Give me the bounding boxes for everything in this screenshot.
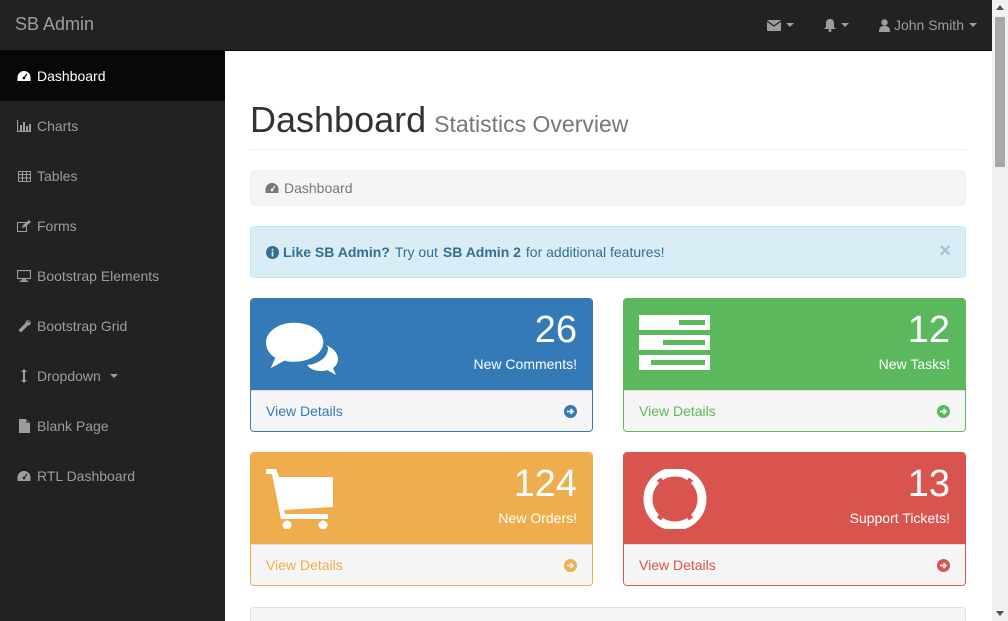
support-icon	[643, 469, 707, 529]
page-content: Dashboard Statistics Overview Dashboard L…	[225, 51, 992, 621]
page-title-text: Dashboard	[250, 99, 427, 140]
view-details-link[interactable]: View Details	[624, 390, 965, 431]
alert-text: for additional features!	[525, 244, 665, 260]
arrow-circle-right-icon	[937, 558, 950, 572]
support-panel: 13 Support Tickets! View Details	[623, 452, 966, 586]
scroll-down-icon[interactable]	[996, 611, 1004, 616]
caret-down-icon	[840, 23, 849, 27]
breadcrumb-label: Dashboard	[284, 180, 353, 196]
sidebar-item-bootstrap-grid[interactable]: Bootstrap Grid	[0, 301, 225, 351]
tasks-panel: 12 New Tasks! View Details	[623, 298, 966, 432]
panel-count: 124	[513, 463, 577, 505]
comments-icon	[266, 322, 338, 375]
messages-dropdown[interactable]	[752, 0, 809, 50]
dashboard-icon	[265, 183, 279, 193]
table-icon	[17, 169, 31, 183]
page-title: Dashboard Statistics Overview	[250, 99, 966, 141]
scroll-thumb[interactable]	[995, 17, 1005, 167]
brand-link[interactable]: SB Admin	[15, 14, 94, 35]
envelope-icon	[766, 19, 781, 31]
alert-lead: Like SB Admin?	[283, 244, 390, 260]
bar-chart-icon	[17, 119, 31, 133]
caret-down-icon	[109, 374, 118, 378]
panel-heading: 124 New Orders!	[251, 453, 592, 544]
top-navbar: SB Admin John Smith	[0, 0, 992, 51]
sidebar-item-tables[interactable]: Tables	[0, 151, 225, 201]
orders-panel: 124 New Orders! View Details	[250, 452, 593, 586]
close-button[interactable]: ×	[939, 240, 951, 263]
file-icon	[17, 419, 31, 433]
panel-count: 26	[534, 309, 577, 351]
sidebar-item-label: RTL Dashboard	[37, 468, 136, 484]
view-details-label: View Details	[266, 557, 343, 573]
panel-count: 12	[907, 309, 950, 351]
view-details-link[interactable]: View Details	[624, 544, 965, 585]
desktop-icon	[17, 269, 31, 283]
sidebar-item-label: Charts	[37, 118, 79, 134]
navbar-right: John Smith	[752, 0, 992, 50]
sidebar-item-label: Dashboard	[37, 68, 106, 84]
sidebar-item-dropdown[interactable]: Dropdown	[0, 351, 225, 401]
sidebar-item-label: Tables	[37, 168, 78, 184]
sidebar: Dashboard Charts Tables Forms Bootstrap …	[0, 51, 225, 621]
panel-label: New Orders!	[498, 510, 577, 526]
sidebar-item-label: Bootstrap Elements	[37, 268, 160, 284]
user-dropdown[interactable]: John Smith	[864, 0, 992, 50]
panel-label: Support Tickets!	[849, 510, 950, 526]
caret-down-icon	[785, 23, 794, 27]
wrench-icon	[17, 319, 31, 333]
arrow-circle-right-icon	[564, 558, 577, 572]
sidebar-item-label: Dropdown	[37, 368, 101, 384]
shopping-cart-icon	[266, 469, 333, 529]
edit-icon	[17, 219, 31, 233]
dashboard-icon	[17, 469, 31, 483]
sidebar-item-forms[interactable]: Forms	[0, 201, 225, 251]
view-details-link[interactable]: View Details	[251, 390, 592, 431]
sidebar-item-charts[interactable]: Charts	[0, 101, 225, 151]
page-header: Dashboard Statistics Overview	[250, 99, 966, 150]
alerts-dropdown[interactable]	[809, 0, 864, 50]
page-subtitle: Statistics Overview	[434, 111, 629, 137]
panel-heading: 12 New Tasks!	[624, 299, 965, 390]
sidebar-item-bootstrap-elements[interactable]: Bootstrap Elements	[0, 251, 225, 301]
panel-count: 13	[907, 463, 950, 505]
sidebar-item-blank-page[interactable]: Blank Page	[0, 401, 225, 451]
info-circle-icon	[266, 245, 279, 259]
panel-label: New Tasks!	[878, 356, 950, 372]
bell-icon	[823, 18, 836, 32]
alert-text: Try out	[394, 244, 438, 260]
arrows-v-icon	[17, 369, 31, 383]
scroll-up-icon[interactable]	[996, 5, 1004, 10]
sidebar-item-label: Blank Page	[37, 418, 109, 434]
sidebar-item-dashboard[interactable]: Dashboard	[0, 51, 225, 101]
view-details-label: View Details	[266, 403, 343, 419]
sidebar-item-rtl-dashboard[interactable]: RTL Dashboard	[0, 451, 225, 501]
view-details-label: View Details	[639, 403, 716, 419]
user-icon	[878, 18, 890, 32]
scrollbar[interactable]	[992, 0, 1008, 621]
comments-panel: 26 New Comments! View Details	[250, 298, 593, 432]
info-alert: Like SB Admin? Try out SB Admin 2 for ad…	[250, 226, 966, 278]
area-chart-panel	[250, 607, 966, 621]
arrow-circle-right-icon	[564, 404, 577, 418]
sidebar-item-label: Bootstrap Grid	[37, 318, 128, 334]
dashboard-icon	[17, 69, 31, 83]
panel-heading: 26 New Comments!	[251, 299, 592, 390]
breadcrumb: Dashboard	[250, 170, 966, 206]
view-details-label: View Details	[639, 557, 716, 573]
arrow-circle-right-icon	[937, 404, 950, 418]
tasks-icon	[639, 315, 710, 370]
caret-down-icon	[969, 23, 977, 27]
panel-heading: 13 Support Tickets!	[624, 453, 965, 544]
panel-label: New Comments!	[473, 356, 577, 372]
alert-link[interactable]: SB Admin 2	[443, 244, 521, 260]
sidebar-item-label: Forms	[37, 218, 77, 234]
view-details-link[interactable]: View Details	[251, 544, 592, 585]
user-name: John Smith	[893, 17, 964, 33]
